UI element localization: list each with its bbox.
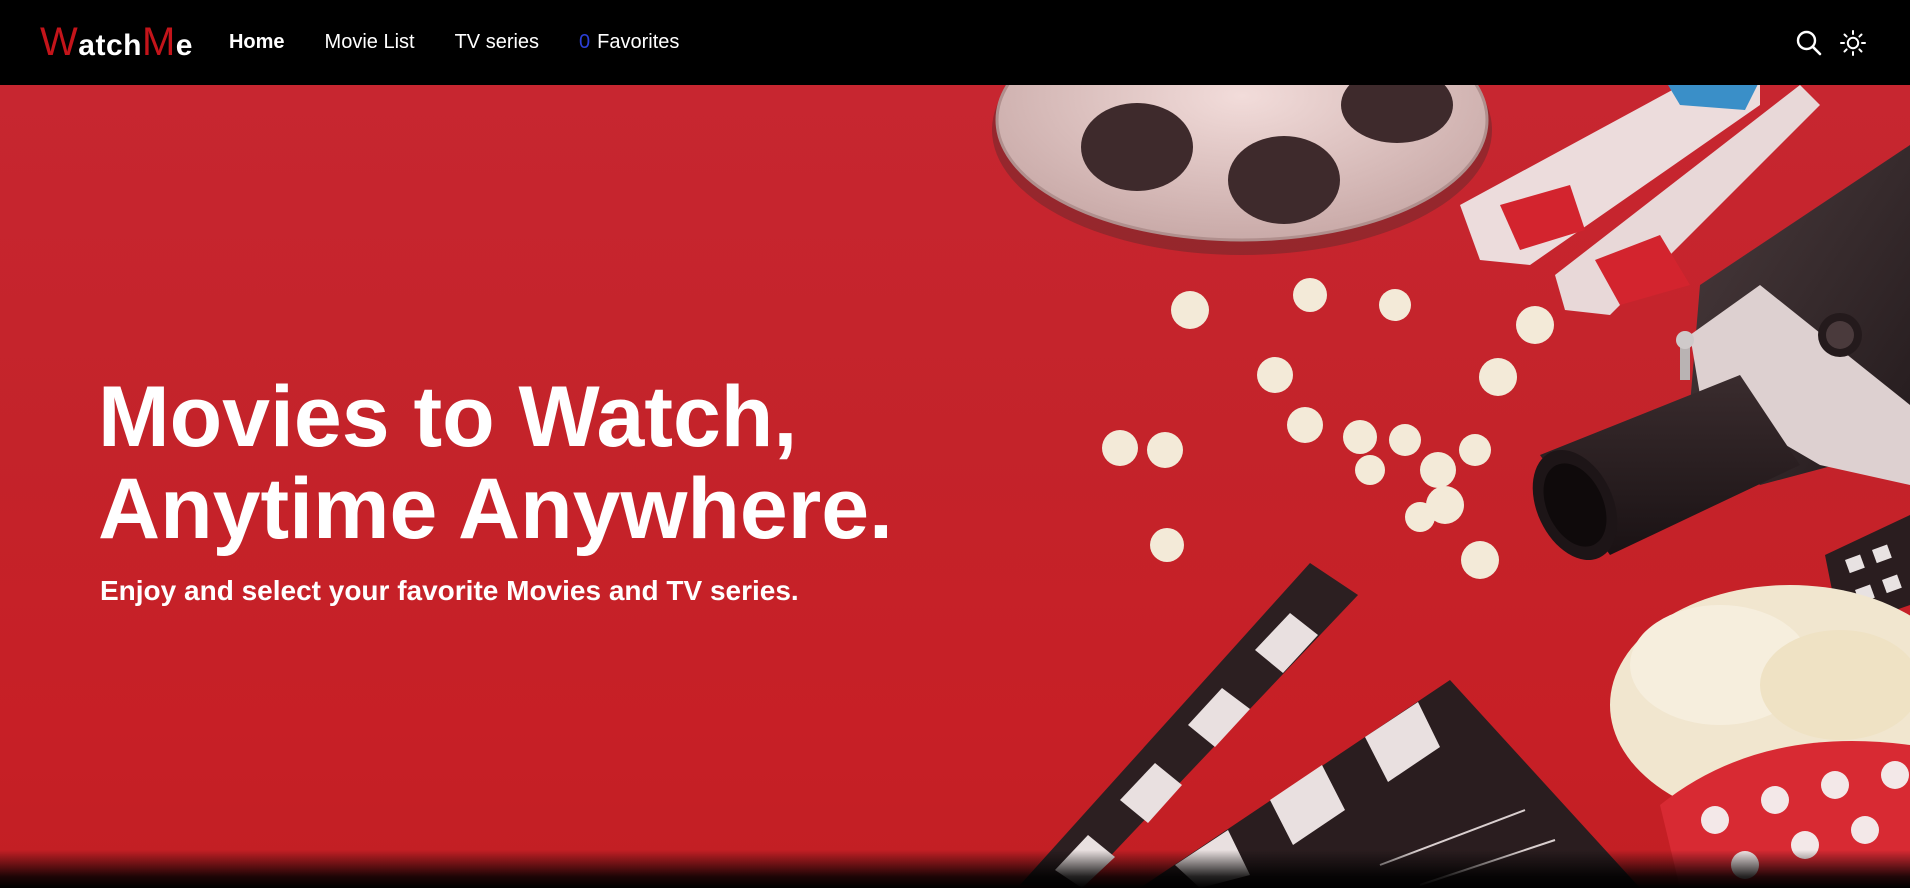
logo-text-atch: atch [78,29,142,62]
clapperboard-graphic [1020,563,1640,888]
film-reel-graphic [992,85,1492,255]
hero-title-line-2: Anytime Anywhere. [98,461,893,557]
hero-banner: Movies to Watch, Anytime Anywhere. Enjoy… [0,85,1910,888]
theme-toggle-button[interactable] [1838,28,1868,58]
scattered-popcorn-graphic [1102,278,1554,579]
hero-subtitle: Enjoy and select your favorite Movies an… [100,575,799,606]
nav-tv-series-link[interactable]: TV series [455,31,539,54]
search-button[interactable] [1794,28,1824,58]
search-icon [1796,30,1822,55]
logo-text-e: e [175,29,193,62]
logo-initial-w: W [40,20,79,64]
nav-icons [1780,0,1868,85]
nav-links: Home Movie List TV series 0 Favorites [229,31,719,54]
nav-home-link[interactable]: Home [229,31,285,54]
hero-title: Movies to Watch, Anytime Anywhere. [98,371,1058,555]
hero-bottom-fade [0,850,1910,888]
page: W atch M e Home Movie List TV series 0 Fa… [0,0,1910,888]
nav-movie-list-link[interactable]: Movie List [325,31,415,54]
popcorn-bucket-graphic [1610,585,1910,888]
favorites-count-badge: 0 [579,31,591,53]
top-navbar: W atch M e Home Movie List TV series 0 Fa… [0,0,1910,85]
favorites-label: Favorites [597,31,680,53]
logo-initial-m: M [141,20,176,64]
logo[interactable]: W atch M e [40,20,193,65]
nav-favorites-link[interactable]: 0 Favorites [579,31,679,54]
hero-title-line-1: Movies to Watch, [98,369,798,465]
sun-icon [1840,29,1866,56]
